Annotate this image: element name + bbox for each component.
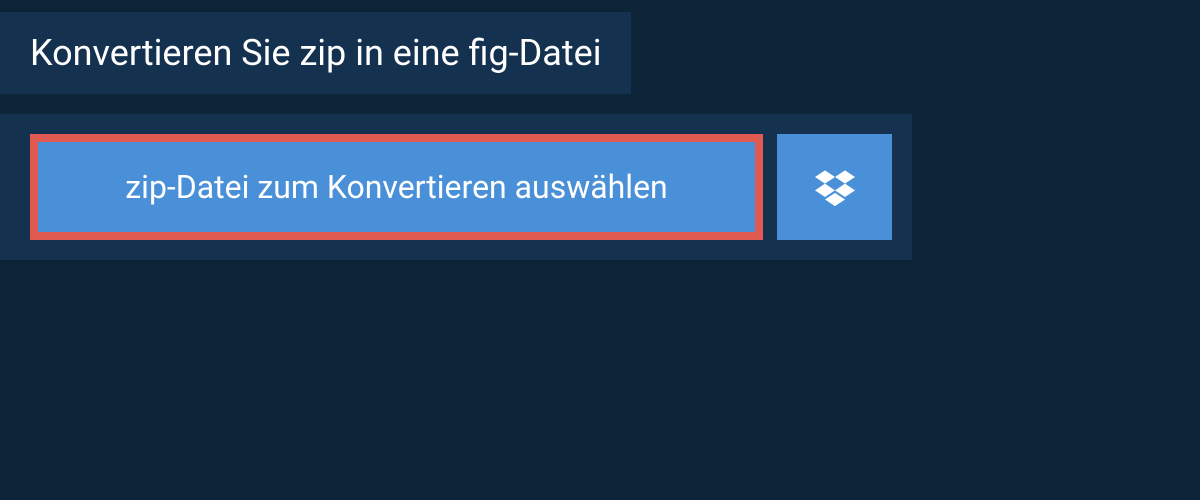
upload-section: zip-Datei zum Konvertieren auswählen [0, 114, 912, 260]
dropbox-icon [815, 167, 855, 207]
header-bar: Konvertieren Sie zip in eine fig-Datei [0, 12, 631, 94]
select-file-button[interactable]: zip-Datei zum Konvertieren auswählen [30, 134, 763, 240]
page-title: Konvertieren Sie zip in eine fig-Datei [30, 32, 601, 74]
dropbox-button[interactable] [777, 134, 892, 240]
